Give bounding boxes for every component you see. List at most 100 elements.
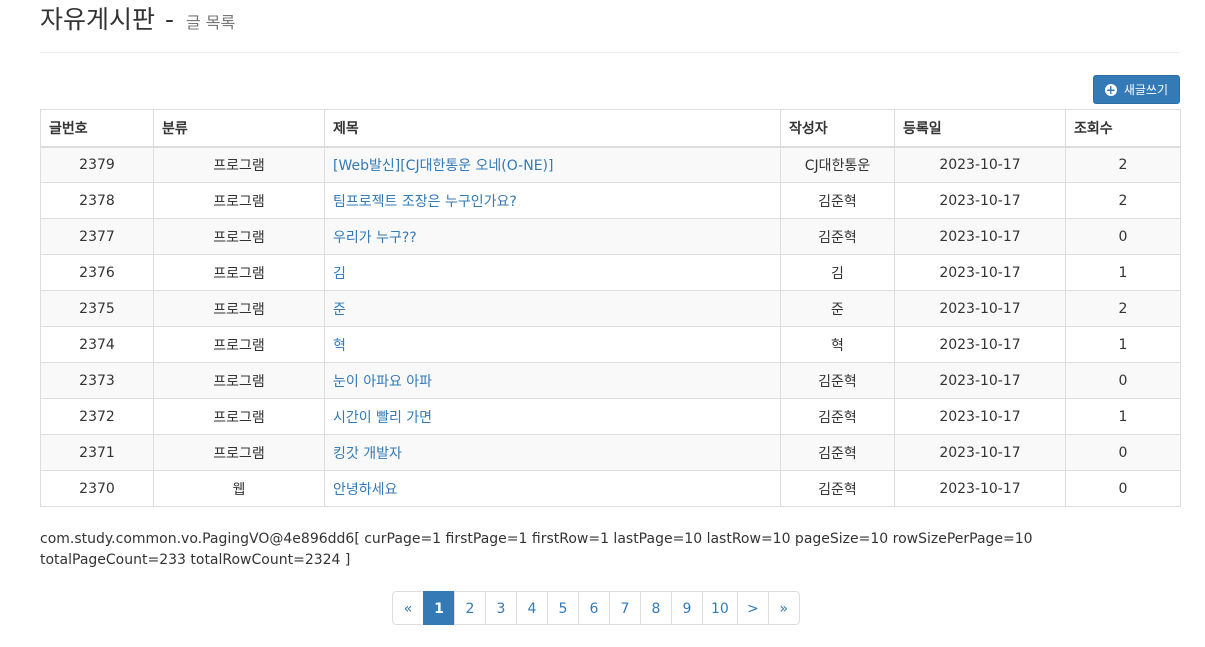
page-link-4[interactable]: 4	[516, 591, 548, 625]
post-views: 2	[1065, 182, 1181, 219]
post-views: 2	[1065, 290, 1181, 327]
table-body: 2379 프로그램 [Web발신][CJ대한통운 오네(O-NE)] CJ대한통운 20…	[40, 146, 1181, 507]
post-date: 2023-10-17	[894, 398, 1066, 435]
page-link-7[interactable]: 7	[609, 591, 641, 625]
post-table: 글번호 분류 제목 작성자 등록일 조회수 2379 프로그램 [Web발신][CJ…	[40, 109, 1181, 507]
pagination-item: 3	[485, 591, 517, 625]
post-title-link[interactable]: 우리가 누구??	[333, 230, 417, 246]
column-header-category: 분류	[153, 109, 325, 148]
pagination-item: >	[736, 591, 769, 625]
post-title-cell: 혁	[324, 326, 781, 363]
post-number: 2372	[40, 398, 154, 435]
post-title-link[interactable]: 킹갓 개발자	[333, 446, 402, 462]
post-title-cell: 눈이 아파요 아파	[324, 362, 781, 399]
table-row: 2374 프로그램 혁 혁 2023-10-17 1	[40, 326, 1181, 363]
post-views: 0	[1065, 470, 1181, 507]
post-number: 2378	[40, 182, 154, 219]
post-title-cell: 킹갓 개발자	[324, 434, 781, 471]
page-link-1[interactable]: 1	[423, 591, 455, 625]
post-date: 2023-10-17	[894, 182, 1066, 219]
post-views: 0	[1065, 218, 1181, 255]
table-row: 2375 프로그램 준 준 2023-10-17 2	[40, 290, 1181, 327]
post-category: 프로그램	[153, 434, 325, 471]
page-link-6[interactable]: 6	[578, 591, 610, 625]
column-header-date: 등록일	[894, 109, 1066, 148]
post-views: 1	[1065, 254, 1181, 291]
post-title-cell: 안녕하세요	[324, 470, 781, 507]
post-category: 프로그램	[153, 326, 325, 363]
new-post-label: 새글쓰기	[1123, 83, 1168, 97]
post-title-link[interactable]: 김	[333, 266, 346, 282]
post-category: 프로그램	[153, 362, 325, 399]
post-date: 2023-10-17	[894, 434, 1066, 471]
table-row: 2372 프로그램 시간이 빨리 가면 김준혁 2023-10-17 1	[40, 398, 1181, 435]
page-link-9[interactable]: 9	[671, 591, 703, 625]
pagination-item: 10	[702, 591, 738, 625]
post-number: 2377	[40, 218, 154, 255]
post-title-link[interactable]: 시간이 빨리 가면	[333, 410, 432, 426]
post-views: 0	[1065, 362, 1181, 399]
pagination-item: 9	[671, 591, 703, 625]
post-number: 2376	[40, 254, 154, 291]
post-category: 프로그램	[153, 182, 325, 219]
page-link-10[interactable]: 10	[702, 591, 738, 625]
post-date: 2023-10-17	[894, 218, 1066, 255]
post-author: 김준혁	[780, 362, 895, 399]
post-title-cell: 우리가 누구??	[324, 218, 781, 255]
page-link-2[interactable]: 2	[454, 591, 486, 625]
post-author: 혁	[780, 326, 895, 363]
post-date: 2023-10-17	[894, 470, 1066, 507]
toolbar: + 새글쓰기	[40, 53, 1180, 109]
table-row: 2378 프로그램 팀프로젝트 조장은 누구인가요? 김준혁 2023-10-17 2	[40, 182, 1181, 219]
page-header: 자유게시판 - 글 목록	[40, 0, 1180, 53]
page-link-8[interactable]: 8	[640, 591, 672, 625]
post-author: 김준혁	[780, 434, 895, 471]
pagination-item: 8	[640, 591, 672, 625]
post-date: 2023-10-17	[894, 290, 1066, 327]
last-page-link[interactable]: »	[767, 591, 800, 625]
page-title: 자유게시판 - 글 목록	[40, 4, 1180, 39]
plus-circle-icon: +	[1104, 82, 1117, 97]
column-header-no: 글번호	[40, 109, 154, 148]
post-title-cell: 준	[324, 290, 781, 327]
table-row: 2370 웹 안녕하세요 김준혁 2023-10-17 0	[40, 470, 1181, 507]
post-title-link[interactable]: 팀프로젝트 조장은 누구인가요?	[333, 194, 517, 210]
post-author: 김준혁	[780, 470, 895, 507]
post-title-link[interactable]: [Web발신][CJ대한통운 오네(O-NE)]	[333, 158, 553, 174]
post-category: 프로그램	[153, 398, 325, 435]
post-category: 프로그램	[153, 254, 325, 291]
post-number: 2370	[40, 470, 154, 507]
post-author: 김준혁	[780, 398, 895, 435]
pagination-item: 4	[516, 591, 548, 625]
post-views: 2	[1065, 146, 1181, 183]
post-author: CJ대한통운	[780, 146, 895, 183]
table-row: 2379 프로그램 [Web발신][CJ대한통운 오네(O-NE)] CJ대한통운 20…	[40, 146, 1181, 183]
post-title-link[interactable]: 혁	[333, 338, 346, 354]
next-page-link[interactable]: >	[736, 591, 769, 625]
page-link-3[interactable]: 3	[485, 591, 517, 625]
post-date: 2023-10-17	[894, 326, 1066, 363]
new-post-button[interactable]: + 새글쓰기	[1092, 75, 1180, 104]
post-category: 프로그램	[153, 146, 325, 183]
table-row: 2373 프로그램 눈이 아파요 아파 김준혁 2023-10-17 0	[40, 362, 1181, 399]
post-author: 김	[780, 254, 895, 291]
post-date: 2023-10-17	[894, 362, 1066, 399]
first-page-link[interactable]: «	[392, 591, 424, 625]
post-title-link[interactable]: 안녕하세요	[333, 482, 397, 498]
post-title-cell: 팀프로젝트 조장은 누구인가요?	[324, 182, 781, 219]
post-category: 웹	[153, 470, 325, 507]
page-link-5[interactable]: 5	[547, 591, 579, 625]
board-container: 자유게시판 - 글 목록 + 새글쓰기 글번호 분류 제목 작성자 등록일 조회…	[40, 0, 1181, 625]
post-views: 0	[1065, 434, 1181, 471]
table-row: 2376 프로그램 김 김 2023-10-17 1	[40, 254, 1181, 291]
post-title-link[interactable]: 준	[333, 302, 346, 318]
column-header-views: 조회수	[1065, 109, 1181, 148]
post-date: 2023-10-17	[894, 254, 1066, 291]
pagination-item: 1	[423, 591, 455, 625]
post-number: 2373	[40, 362, 154, 399]
post-title-link[interactable]: 눈이 아파요 아파	[333, 374, 432, 390]
page-subtitle: 글 목록	[185, 13, 236, 32]
table-row: 2377 프로그램 우리가 누구?? 김준혁 2023-10-17 0	[40, 218, 1181, 255]
paging-info-text: com.study.common.vo.PagingVO@4e896dd6[ c…	[40, 531, 1033, 568]
pagination-item: »	[767, 591, 800, 625]
